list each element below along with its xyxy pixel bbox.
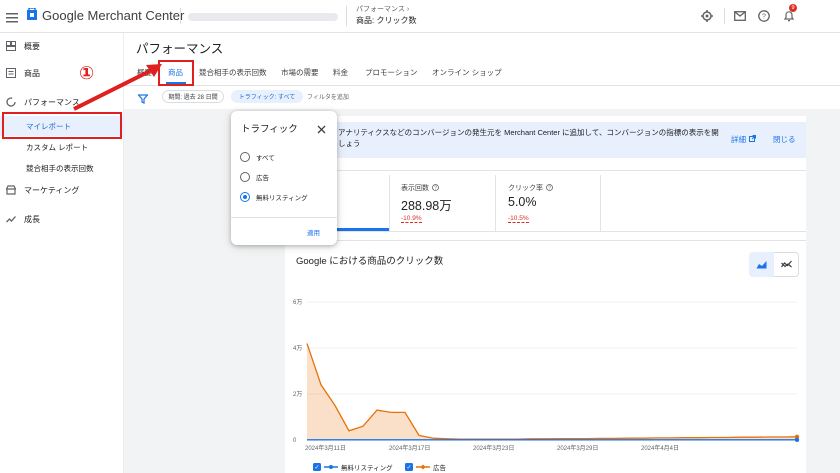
- banner-close-link[interactable]: 閉じる: [773, 134, 796, 145]
- radio-button[interactable]: [240, 152, 250, 162]
- y-tick-label: 2万: [293, 391, 302, 398]
- kpi-ctr-value: 5.0%: [508, 195, 537, 209]
- settings-icon[interactable]: [700, 9, 714, 23]
- tab-promotions[interactable]: プロモーション: [365, 67, 417, 78]
- kpi-divider: [389, 175, 390, 231]
- y-tick-label: 6万: [293, 299, 302, 306]
- checkbox-icon: ✓: [313, 463, 321, 471]
- x-tick-label: 2024年3月11日: [305, 444, 346, 452]
- tab-competitor-impressions[interactable]: 競合相手の表示回数: [199, 67, 267, 78]
- x-tick-label: 2024年3月29日: [557, 444, 598, 452]
- legend-ads[interactable]: ✓ 広告: [405, 462, 446, 472]
- x-tick-label: 2024年3月17日: [389, 444, 430, 452]
- kpi-impressions-delta: -10.9%: [401, 215, 422, 223]
- open-in-new-icon: [749, 135, 756, 144]
- series-end-point-free-listings: [794, 437, 800, 442]
- kpi-bottom-divider: [285, 231, 806, 232]
- sidebar-item-custom-reports[interactable]: カスタム レポート: [0, 138, 124, 156]
- svg-text:?: ?: [548, 185, 551, 191]
- top-bar: Google Merchant Center パフォーマンス › 商品: クリッ…: [0, 0, 840, 33]
- radio-button[interactable]: [240, 172, 250, 182]
- help-icon[interactable]: ?: [757, 9, 771, 23]
- clicks-chart: 0 2万 4万 6万 2024年3月11日 2024年3月17日 2024年3月23日 202…: [293, 299, 800, 452]
- banner-text: アナリティクスなどのコンバージョンの発生元を Merchant Center に…: [338, 128, 719, 148]
- kpi-divider: [600, 175, 601, 231]
- app-name[interactable]: Google Merchant Center: [42, 8, 184, 23]
- kpi-impressions-value: 288.98万: [401, 199, 452, 213]
- mail-icon[interactable]: [733, 9, 747, 23]
- sidebar-item-competitor-impressions[interactable]: 競合相手の表示回数: [0, 159, 124, 177]
- x-tick-label: 2024年4月4日: [641, 444, 679, 452]
- growth-icon: [6, 214, 16, 224]
- kpi-ctr-label[interactable]: クリック率 ?: [508, 183, 553, 193]
- marketing-icon: [6, 185, 16, 195]
- apply-button[interactable]: 適用: [307, 227, 320, 237]
- page-breadcrumb: 商品: クリック数: [356, 16, 417, 25]
- notification-badge: 9: [789, 4, 797, 12]
- breadcrumb-parent[interactable]: パフォーマンス ›: [356, 4, 409, 14]
- kpi-ctr-delta: -10.5%: [508, 215, 529, 223]
- svg-text:?: ?: [434, 185, 437, 191]
- account-selector[interactable]: [188, 13, 338, 21]
- info-icon: ?: [546, 183, 553, 193]
- menu-icon[interactable]: [6, 10, 18, 28]
- area-chart-icon[interactable]: [749, 252, 774, 277]
- products-icon: [6, 68, 16, 78]
- step-number-label: ①: [79, 63, 95, 83]
- radio-option-free-listings[interactable]: 無料リスティング: [240, 192, 308, 202]
- tabs-divider: [124, 85, 840, 86]
- traffic-filter-popup: トラフィック すべて 広告 無料リスティング 適用: [231, 111, 337, 245]
- radio-button-selected[interactable]: [240, 192, 250, 202]
- line-chart-icon[interactable]: [774, 252, 799, 277]
- performance-icon: [6, 97, 16, 107]
- legend-free-listings[interactable]: ✓ 無料リスティング: [313, 462, 393, 472]
- divider: [346, 6, 347, 26]
- radio-option-all[interactable]: すべて: [240, 152, 275, 162]
- chart-title: Google における商品のクリック数: [296, 256, 444, 267]
- period-filter-chip[interactable]: 期間: 過去 28 日間: [162, 90, 224, 103]
- kpi-divider: [495, 175, 496, 231]
- checkbox-icon: ✓: [405, 463, 413, 471]
- merchant-center-logo-icon: [26, 7, 38, 27]
- chart-divider: [285, 240, 806, 241]
- info-icon: ?: [432, 183, 439, 193]
- series-area-ads: [307, 343, 797, 440]
- tab-pricing[interactable]: 料金: [333, 67, 348, 78]
- y-tick-label: 0: [293, 438, 297, 444]
- svg-text:?: ?: [762, 14, 766, 21]
- kpi-impressions-label[interactable]: 表示回数 ?: [401, 183, 439, 193]
- divider: [180, 8, 181, 24]
- x-tick-label: 2024年3月23日: [473, 444, 514, 452]
- tab-online-shop[interactable]: オンライン ショップ: [432, 67, 502, 78]
- popup-divider: [231, 217, 337, 218]
- divider: [724, 8, 725, 24]
- legend-line-orange-icon: [416, 464, 430, 470]
- y-tick-label: 4万: [293, 345, 302, 352]
- traffic-filter-chip[interactable]: トラフィック: すべて: [231, 90, 303, 103]
- sidebar-item-marketing[interactable]: マーケティング: [0, 181, 124, 199]
- sidebar-item-overview[interactable]: 概要: [0, 37, 124, 55]
- popup-title: トラフィック: [241, 124, 298, 135]
- sidebar-item-growth[interactable]: 成長: [0, 210, 124, 228]
- kpi-top-divider: [285, 170, 806, 171]
- radio-option-ads[interactable]: 広告: [240, 172, 269, 182]
- close-icon[interactable]: [317, 121, 326, 139]
- banner-details-link[interactable]: 詳細: [731, 134, 756, 145]
- add-filter-button[interactable]: フィルタを追加: [307, 90, 357, 103]
- legend-line-blue-icon: [324, 465, 338, 469]
- overview-icon: [6, 41, 16, 51]
- tab-market-demand[interactable]: 市場の需要: [281, 67, 319, 78]
